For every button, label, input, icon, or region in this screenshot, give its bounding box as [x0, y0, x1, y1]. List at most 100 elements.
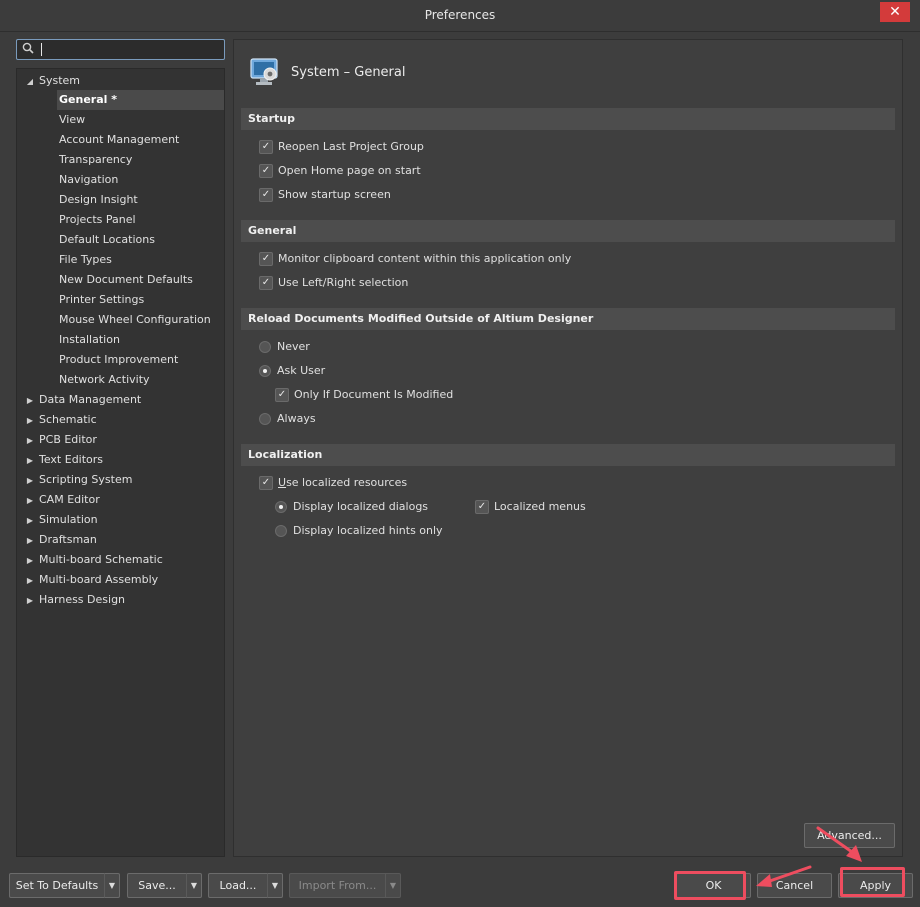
label-text: se localized resources: [286, 476, 408, 489]
advanced-button[interactable]: Advanced...: [804, 823, 895, 848]
page-title: System – General: [291, 65, 406, 80]
tree-item-label: Data Management: [39, 393, 142, 406]
tree-item-label: Simulation: [39, 513, 98, 526]
chevron-down-icon[interactable]: ▼: [267, 873, 283, 898]
tree-item-projects-panel[interactable]: Projects Panel: [57, 210, 224, 230]
collapsed-arrow-icon[interactable]: ▶: [21, 391, 39, 411]
checkmark-icon[interactable]: ✓: [259, 276, 273, 290]
reload-always-radio[interactable]: Always: [259, 409, 459, 429]
tree-item-data-management[interactable]: ▶ Data Management: [21, 390, 221, 410]
chevron-down-icon[interactable]: ▼: [385, 873, 401, 898]
tree-item-printer-settings[interactable]: Printer Settings: [57, 290, 224, 310]
tree-item-installation[interactable]: Installation: [57, 330, 224, 350]
display-localized-hints-radio[interactable]: Display localized hints only: [275, 521, 495, 541]
set-to-defaults-button[interactable]: Set To Defaults: [9, 873, 105, 898]
tree-item-multi-board-assembly[interactable]: ▶ Multi-board Assembly: [21, 570, 221, 590]
tree-item-label: Multi-board Assembly: [39, 573, 159, 586]
radio-button[interactable]: [259, 413, 271, 425]
tree-item-general[interactable]: General *: [57, 90, 224, 110]
tree-item-label: PCB Editor: [39, 433, 97, 446]
radio-button[interactable]: [275, 525, 287, 537]
tree-item-label: System: [39, 74, 81, 87]
save-button[interactable]: Save...: [127, 873, 187, 898]
collapsed-arrow-icon[interactable]: ▶: [21, 531, 39, 551]
tree-item-navigation[interactable]: Navigation: [57, 170, 224, 190]
radio-label: Always: [277, 412, 316, 425]
use-localized-resources-checkbox[interactable]: ✓ Use localized resources: [259, 473, 559, 493]
tree-item-view[interactable]: View: [57, 110, 224, 130]
ok-button[interactable]: OK: [676, 873, 751, 898]
import-from-button[interactable]: Import From...: [289, 873, 386, 898]
localized-menus-checkbox[interactable]: ✓ Localized menus: [475, 497, 625, 517]
checkmark-icon[interactable]: ✓: [259, 476, 273, 490]
collapsed-arrow-icon[interactable]: ▶: [21, 431, 39, 451]
search-icon: [22, 42, 36, 56]
radio-label: Display localized hints only: [293, 524, 443, 537]
tree-item-system[interactable]: ◢ System: [21, 71, 221, 91]
tree-item-multi-board-schematic[interactable]: ▶ Multi-board Schematic: [21, 550, 221, 570]
expanded-arrow-icon[interactable]: ◢: [21, 72, 39, 92]
checkmark-icon[interactable]: ✓: [475, 500, 489, 514]
tree-item-account-management[interactable]: Account Management: [57, 130, 224, 150]
tree-item-harness-design[interactable]: ▶ Harness Design: [21, 590, 221, 610]
show-startup-screen-checkbox[interactable]: ✓ Show startup screen: [259, 185, 559, 205]
reload-never-radio[interactable]: Never: [259, 337, 459, 357]
apply-button[interactable]: Apply: [838, 873, 913, 898]
load-button[interactable]: Load...: [208, 873, 268, 898]
search-input[interactable]: [45, 41, 220, 58]
tree-item-label: Multi-board Schematic: [39, 553, 163, 566]
radio-button[interactable]: [275, 501, 287, 513]
collapsed-arrow-icon[interactable]: ▶: [21, 451, 39, 471]
cancel-button[interactable]: Cancel: [757, 873, 832, 898]
tree-item-product-improvement[interactable]: Product Improvement: [57, 350, 224, 370]
tree-item-draftsman[interactable]: ▶ Draftsman: [21, 530, 221, 550]
load-split-button[interactable]: Load... ▼: [208, 873, 283, 898]
checkmark-icon[interactable]: ✓: [275, 388, 289, 402]
tree-item-label: Scripting System: [39, 473, 133, 486]
tree-item-new-document-defaults[interactable]: New Document Defaults: [57, 270, 224, 290]
import-from-split-button[interactable]: Import From... ▼: [289, 873, 401, 898]
tree-item-cam-editor[interactable]: ▶ CAM Editor: [21, 490, 221, 510]
tree-item-network-activity[interactable]: Network Activity: [57, 370, 224, 390]
set-to-defaults-split-button[interactable]: Set To Defaults ▼: [9, 873, 120, 898]
checkbox-label: Localized menus: [494, 500, 586, 513]
checkmark-icon[interactable]: ✓: [259, 140, 273, 154]
section-header-startup: Startup: [241, 108, 895, 130]
collapsed-arrow-icon[interactable]: ▶: [21, 571, 39, 591]
display-localized-dialogs-radio[interactable]: Display localized dialogs: [275, 497, 465, 517]
tree-item-design-insight[interactable]: Design Insight: [57, 190, 224, 210]
search-box[interactable]: [16, 39, 225, 60]
radio-button[interactable]: [259, 341, 271, 353]
reload-ask-user-radio[interactable]: Ask User: [259, 361, 459, 381]
monitor-clipboard-checkbox[interactable]: ✓ Monitor clipboard content within this a…: [259, 249, 659, 269]
preferences-tree: ◢ System General * View Account Managemen…: [16, 68, 225, 857]
checkmark-icon[interactable]: ✓: [259, 188, 273, 202]
only-if-document-modified-checkbox[interactable]: ✓ Only If Document Is Modified: [275, 385, 575, 405]
tree-item-simulation[interactable]: ▶ Simulation: [21, 510, 221, 530]
collapsed-arrow-icon[interactable]: ▶: [21, 511, 39, 531]
left-right-selection-checkbox[interactable]: ✓ Use Left/Right selection: [259, 273, 559, 293]
collapsed-arrow-icon[interactable]: ▶: [21, 591, 39, 611]
collapsed-arrow-icon[interactable]: ▶: [21, 491, 39, 511]
tree-item-scripting-system[interactable]: ▶ Scripting System: [21, 470, 221, 490]
reopen-last-project-group-checkbox[interactable]: ✓ Reopen Last Project Group: [259, 137, 559, 157]
tree-item-mouse-wheel-configuration[interactable]: Mouse Wheel Configuration: [57, 310, 224, 330]
radio-label: Never: [277, 340, 310, 353]
checkmark-icon[interactable]: ✓: [259, 252, 273, 266]
close-button[interactable]: ✕: [880, 2, 910, 22]
checkmark-icon[interactable]: ✓: [259, 164, 273, 178]
collapsed-arrow-icon[interactable]: ▶: [21, 551, 39, 571]
tree-item-text-editors[interactable]: ▶ Text Editors: [21, 450, 221, 470]
tree-item-default-locations[interactable]: Default Locations: [57, 230, 224, 250]
tree-item-transparency[interactable]: Transparency: [57, 150, 224, 170]
collapsed-arrow-icon[interactable]: ▶: [21, 411, 39, 431]
save-split-button[interactable]: Save... ▼: [127, 873, 202, 898]
collapsed-arrow-icon[interactable]: ▶: [21, 471, 39, 491]
chevron-down-icon[interactable]: ▼: [186, 873, 202, 898]
tree-item-file-types[interactable]: File Types: [57, 250, 224, 270]
radio-button[interactable]: [259, 365, 271, 377]
tree-item-schematic[interactable]: ▶ Schematic: [21, 410, 221, 430]
tree-item-pcb-editor[interactable]: ▶ PCB Editor: [21, 430, 221, 450]
open-home-page-checkbox[interactable]: ✓ Open Home page on start: [259, 161, 559, 181]
chevron-down-icon[interactable]: ▼: [104, 873, 120, 898]
